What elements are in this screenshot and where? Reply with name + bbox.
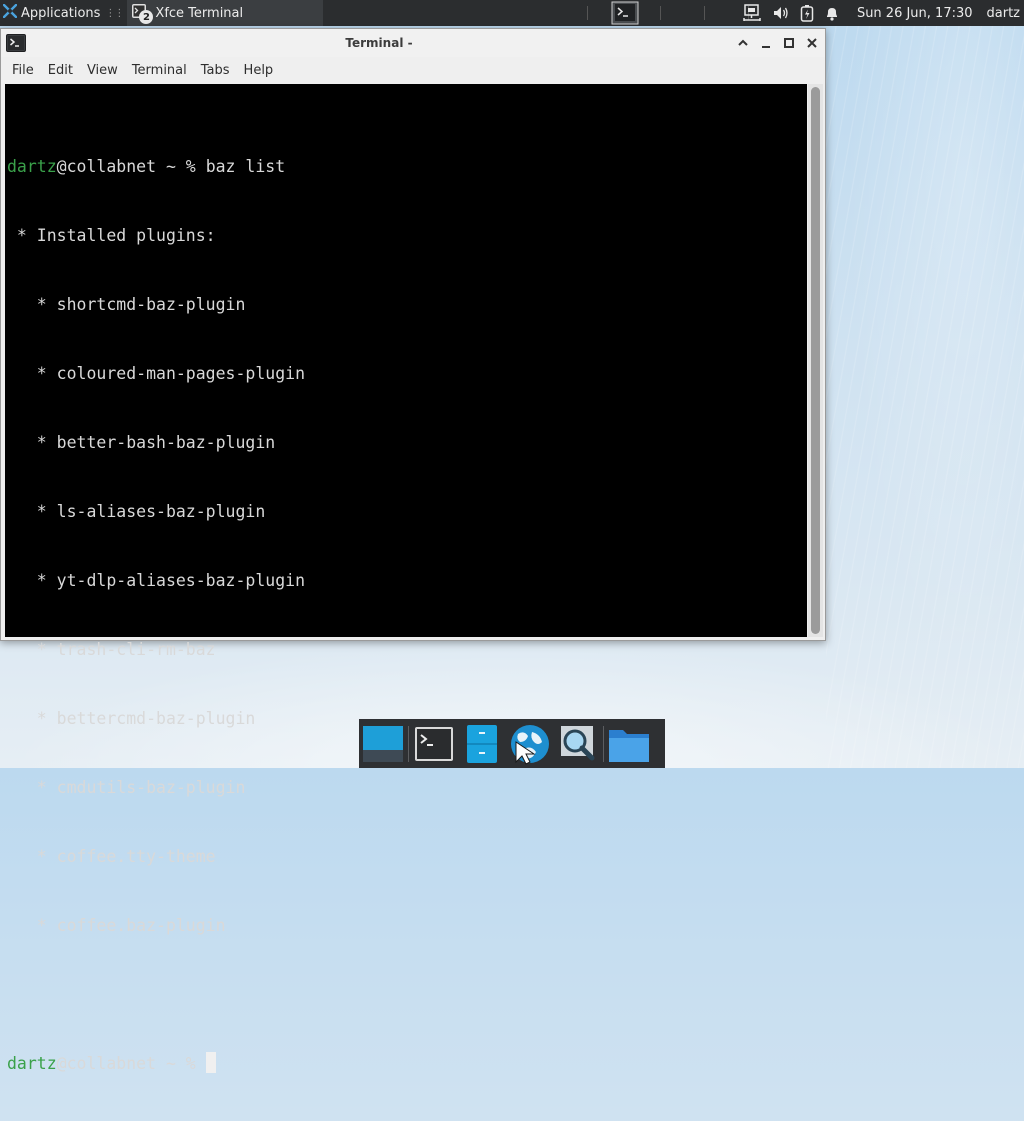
plugin-name: coffee.tty-theme (56, 847, 216, 866)
clock[interactable]: Sun 26 Jun, 17:30 (857, 6, 973, 21)
window-shade-button[interactable] (734, 34, 752, 52)
plugin-name: coffee.baz-plugin (56, 916, 226, 935)
list-bullet: * (7, 778, 57, 797)
workspace-terminal-icon[interactable] (611, 1, 639, 29)
applications-menu-button[interactable]: Applications ⋮⋮ (0, 0, 127, 26)
show-desktop-launcher[interactable] (359, 719, 407, 768)
plugin-name: ls-aliases-baz-plugin (56, 502, 266, 521)
system-tray: Sun 26 Jun, 17:30 dartz (737, 0, 1024, 26)
window-close-button[interactable] (803, 34, 821, 52)
list-bullet: * (7, 571, 57, 590)
web-browser-launcher[interactable] (506, 719, 554, 768)
plugin-name: yt-dlp-aliases-baz-plugin (56, 571, 306, 590)
volume-icon[interactable] (772, 5, 790, 21)
dock (359, 719, 665, 768)
list-bullet: * (7, 847, 57, 866)
taskbar-button-label: Xfce Terminal (155, 5, 244, 21)
plugin-name: trash-cli-rm-baz (56, 640, 216, 659)
terminal-command-line: dartz@collabnet ~ % baz list (5, 155, 807, 178)
scrollbar-thumb[interactable] (811, 87, 820, 634)
plugin-list-item: * cmdutils-baz-plugin (5, 776, 807, 799)
dock-separator (408, 725, 409, 762)
drawer-icon (467, 724, 497, 763)
plugin-name: coloured-man-pages-plugin (56, 364, 306, 383)
plugin-name: shortcmd-baz-plugin (56, 295, 246, 314)
list-bullet: * (7, 916, 57, 935)
app-finder-launcher[interactable] (554, 719, 602, 768)
globe-icon (511, 724, 549, 765)
prompt-user: dartz (7, 1054, 57, 1073)
list-bullet: * (7, 709, 57, 728)
terminal-active-prompt: dartz@collabnet ~ % (5, 1052, 807, 1075)
window-titlebar[interactable]: Terminal - (1, 29, 825, 57)
maximize-icon (784, 38, 794, 48)
home-folder-launcher[interactable] (605, 719, 653, 768)
xfce-logo-icon (2, 3, 18, 22)
plugin-list-item: * coffee.tty-theme (5, 845, 807, 868)
menu-file[interactable]: File (1, 63, 41, 78)
plugin-name: cmdutils-baz-plugin (56, 778, 246, 797)
menu-view[interactable]: View (80, 63, 125, 78)
terminal-launcher[interactable] (410, 719, 458, 768)
folder-icon (609, 729, 649, 762)
plugin-name: bettercmd-baz-plugin (56, 709, 256, 728)
prompt-host: @collabnet ~ % (56, 1054, 206, 1073)
terminal-window: Terminal - File Edit View Terminal Tabs … (0, 28, 826, 1073)
window-maximize-button[interactable] (780, 34, 798, 52)
menu-bar: File Edit View Terminal Tabs Help (1, 57, 825, 83)
prompt-user: dartz (7, 157, 57, 176)
plugin-list-item: * trash-cli-rm-baz (5, 638, 807, 661)
plugin-list-item: * ls-aliases-baz-plugin (5, 500, 807, 523)
plugin-list-item: * shortcmd-baz-plugin (5, 293, 807, 316)
menu-terminal[interactable]: Terminal (125, 63, 194, 78)
list-bullet: * (7, 502, 57, 521)
battery-icon[interactable] (800, 4, 814, 22)
terminal-command: baz list (205, 157, 286, 176)
user-menu[interactable]: dartz (987, 6, 1020, 21)
notification-bell-icon[interactable] (824, 5, 840, 21)
taskbar-button-terminal[interactable]: 2 Xfce Terminal (127, 0, 324, 26)
text-cursor (205, 1052, 216, 1073)
list-bullet: * (7, 640, 57, 659)
task-count-badge: 2 (139, 10, 154, 24)
window-minimize-button[interactable] (757, 34, 775, 52)
file-drawer-launcher[interactable] (458, 719, 506, 768)
network-icon[interactable] (742, 4, 762, 22)
terminal-scrollbar[interactable] (808, 84, 823, 637)
list-bullet: * (7, 295, 57, 314)
menu-edit[interactable]: Edit (41, 63, 80, 78)
window-title: Terminal - (345, 36, 413, 50)
magnifier-icon (561, 725, 595, 760)
prompt-host: @collabnet ~ % (56, 157, 206, 176)
chevron-up-icon (738, 39, 748, 46)
terminal-output[interactable]: dartz@collabnet ~ % baz list * Installed… (5, 84, 807, 1073)
terminal-icon (415, 726, 453, 761)
top-panel: Applications ⋮⋮ 2 Xfce Terminal Sun 26 J… (0, 0, 1024, 26)
list-bullet: * (7, 364, 57, 383)
close-icon (807, 38, 817, 48)
applications-label: Applications (21, 5, 101, 21)
plugin-list-item: * coloured-man-pages-plugin (5, 362, 807, 385)
show-desktop-icon (363, 725, 403, 762)
list-bullet: * (7, 433, 57, 452)
plugin-list-item: * yt-dlp-aliases-baz-plugin (5, 569, 807, 592)
dock-separator (603, 725, 604, 762)
menu-help[interactable]: Help (237, 63, 281, 78)
panel-handle-icon: ⋮⋮ (105, 7, 124, 19)
plugin-list-item: * better-bash-baz-plugin (5, 431, 807, 454)
plugin-list-item: * coffee.baz-plugin (5, 914, 807, 937)
terminal-output-header: * Installed plugins: (7, 226, 216, 245)
plugin-name: better-bash-baz-plugin (56, 433, 276, 452)
menu-tabs[interactable]: Tabs (194, 63, 237, 78)
